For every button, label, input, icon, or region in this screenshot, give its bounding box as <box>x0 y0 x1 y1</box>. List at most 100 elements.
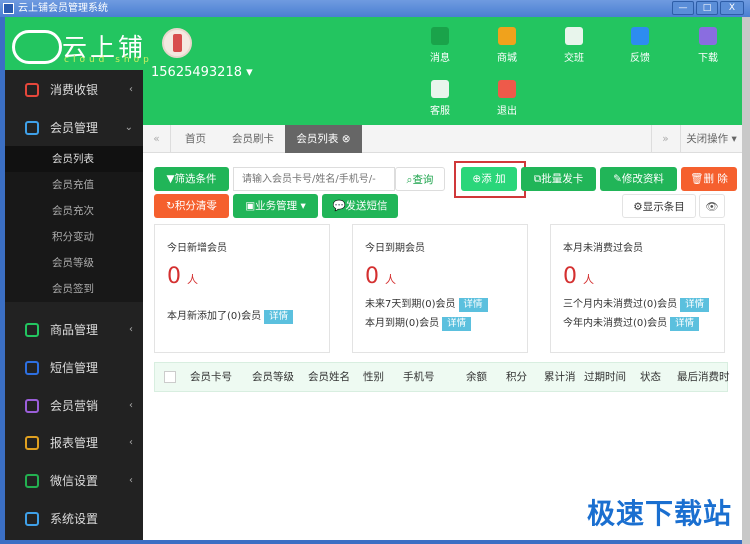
toggle-columns-button[interactable]: 👁 <box>699 194 725 218</box>
stat-unit: 人 <box>583 273 594 286</box>
column-header[interactable]: 累计消 <box>544 363 576 391</box>
sidebar-subitem-2[interactable]: 会员充次 <box>5 198 143 224</box>
sidebar-item-5[interactable]: 报表管理 ‹ <box>5 425 143 461</box>
briefcase-icon: ▣ <box>245 200 256 212</box>
column-header[interactable]: 最后消费时 <box>677 363 730 391</box>
avatar[interactable] <box>162 28 192 58</box>
chevron-icon: ‹ <box>129 324 133 335</box>
sidebar-item-2[interactable]: 商品管理 ‹ <box>5 312 143 348</box>
stat-line-text: 未来7天到期(0)会员 <box>365 299 456 310</box>
stat-card: 本月未消费过会员 0 人三个月内未消费过(0)会员 详情 今年内未消费过(0)会员 详情 <box>550 224 725 353</box>
search-input[interactable] <box>233 167 395 191</box>
close-tab-icon[interactable]: ⊗ <box>342 133 351 145</box>
header-button-1[interactable]: 商城 <box>482 27 532 64</box>
sidebar-item-7[interactable]: 系统设置 <box>5 501 143 537</box>
stat-number: 0 <box>167 264 181 289</box>
column-header[interactable]: 会员等级 <box>252 363 294 391</box>
chevron-icon: ‹ <box>129 400 133 411</box>
tabs-next-button[interactable]: » <box>651 125 679 153</box>
column-header[interactable]: 状态 <box>640 363 661 391</box>
swap-icon <box>565 27 583 45</box>
customer-service-icon <box>431 80 449 98</box>
column-header[interactable]: 手机号 <box>403 363 435 391</box>
power-icon <box>498 80 516 98</box>
stat-line: 三个月内未消费过(0)会员 详情 <box>563 295 712 314</box>
tab-member-card[interactable]: 会员刷卡 <box>223 125 283 153</box>
sidebar-item-3[interactable]: 短信管理 <box>5 350 143 386</box>
label: 添 加 <box>481 173 506 185</box>
filter-button[interactable]: ▼筛选条件 <box>154 167 229 191</box>
sidebar-item-4[interactable]: 会员营销 ‹ <box>5 388 143 424</box>
display-items-button[interactable]: ⚙显示条目 <box>622 194 696 218</box>
details-link[interactable]: 详情 <box>670 317 700 331</box>
details-link[interactable]: 详情 <box>264 310 294 324</box>
goods-icon <box>25 323 39 337</box>
stat-lines: 三个月内未消费过(0)会员 详情 今年内未消费过(0)会员 详情 <box>563 295 712 333</box>
clear-points-button[interactable]: ↻积分清零 <box>154 194 229 218</box>
sidebar-subitem-1[interactable]: 会员充值 <box>5 172 143 198</box>
sidebar-subitem-5[interactable]: 会员签到 <box>5 276 143 302</box>
sms-icon <box>25 361 39 375</box>
stat-lines: 未来7天到期(0)会员 详情 本月到期(0)会员 详情 <box>365 295 515 333</box>
sidebar-item-label: 短信管理 <box>50 361 99 375</box>
column-header[interactable]: 过期时间 <box>584 363 626 391</box>
maximize-button[interactable]: □ <box>696 1 718 15</box>
stat-card-title: 今日到期会员 <box>365 243 425 254</box>
stat-line: 本月到期(0)会员 详情 <box>365 314 515 333</box>
header-button-2[interactable]: 交班 <box>549 27 599 64</box>
column-header[interactable]: 会员姓名 <box>308 363 350 391</box>
sidebar-item-6[interactable]: 微信设置 ‹ <box>5 463 143 499</box>
brand-subtitle: cloud shop <box>64 55 153 65</box>
sidebar-subitem-0[interactable]: 会员列表 <box>5 146 143 172</box>
business-dropdown[interactable]: ▣业务管理 ▾ <box>233 194 318 218</box>
header-button-4[interactable]: 下载 <box>683 27 733 64</box>
column-header[interactable]: 性别 <box>363 363 384 391</box>
header-button-5[interactable]: 客服 <box>415 80 465 117</box>
download-icon <box>699 27 717 45</box>
window-scrollbar[interactable] <box>742 17 750 544</box>
sidebar-subitem-3[interactable]: 积分变动 <box>5 224 143 250</box>
query-button[interactable]: ⌕查询 <box>395 167 445 191</box>
stat-card: 今日到期会员 0 人未来7天到期(0)会员 详情 本月到期(0)会员 详情 <box>352 224 528 353</box>
select-all-checkbox[interactable] <box>164 371 176 383</box>
caret-down-icon: ▾ <box>246 65 253 80</box>
header-button-6[interactable]: 退出 <box>482 80 532 117</box>
tab-member-list[interactable]: 会员列表 ⊗ <box>285 125 362 153</box>
stat-line-text: 本月新添加了(0)会员 <box>167 311 262 322</box>
header-button-0[interactable]: 消息 <box>415 27 465 64</box>
stat-lines: 本月新添加了(0)会员 详情 <box>167 307 317 326</box>
sidebar-item-label: 会员管理 <box>50 121 99 135</box>
sidebar-item-1[interactable]: 会员管理 ⌄ <box>5 110 143 146</box>
minimize-button[interactable]: — <box>672 1 694 15</box>
user-menu[interactable]: 15625493218 ▾ <box>151 65 253 80</box>
column-header[interactable]: 会员卡号 <box>190 363 232 391</box>
stat-line-text: 本月到期(0)会员 <box>365 318 440 329</box>
details-link[interactable]: 详情 <box>458 298 488 312</box>
stat-value: 0人 <box>365 264 515 289</box>
details-link[interactable]: 详情 <box>680 298 710 312</box>
edit-icon: ✎ <box>613 173 622 185</box>
close-operations-dropdown[interactable]: 关闭操作 ▾ <box>680 125 742 153</box>
close-button[interactable]: X <box>720 1 744 15</box>
wechat-icon <box>25 474 39 488</box>
send-sms-button[interactable]: 💬发送短信 <box>322 194 398 218</box>
chevron-icon: ‹ <box>129 437 133 448</box>
sidebar-subitem-4[interactable]: 会员等级 <box>5 250 143 276</box>
edit-button[interactable]: ✎修改资料 <box>600 167 677 191</box>
members-icon <box>25 121 39 135</box>
column-header[interactable]: 余额 <box>466 363 487 391</box>
batch-card-button[interactable]: ⧉批量发卡 <box>521 167 596 191</box>
header-button-label: 下载 <box>698 53 718 64</box>
sidebar-item-0[interactable]: 消费收银 ‹ <box>5 72 143 108</box>
label: 筛选条件 <box>174 173 217 185</box>
header-button-3[interactable]: 反馈 <box>615 27 665 64</box>
tab-home[interactable]: 首页 <box>173 125 218 153</box>
header-button-label: 反馈 <box>630 53 650 64</box>
details-link[interactable]: 详情 <box>442 317 472 331</box>
tabs-prev-button[interactable]: « <box>143 125 171 153</box>
add-button[interactable]: ⊕添 加 <box>461 167 517 191</box>
delete-button[interactable]: 🗑删 除 <box>681 167 737 191</box>
app-icon <box>3 3 14 14</box>
column-header[interactable]: 积分 <box>506 363 527 391</box>
sidebar-item-label: 会员营销 <box>50 399 99 413</box>
